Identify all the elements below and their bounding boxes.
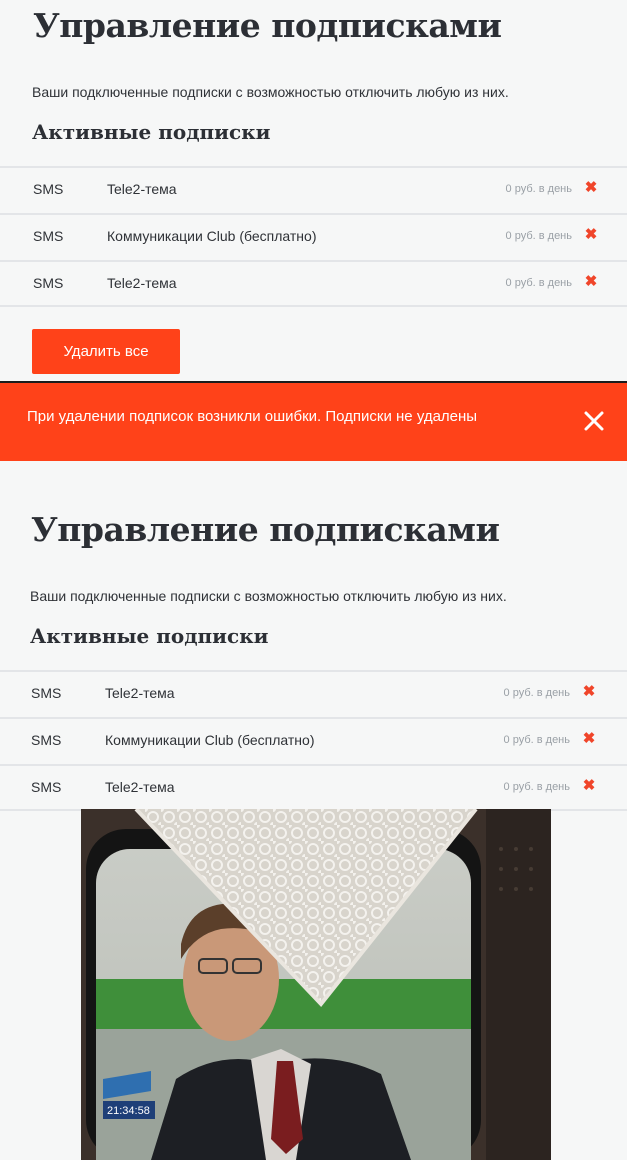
subscription-type: SMS (33, 181, 64, 197)
page-description: Ваши подключенные подписки с возможность… (32, 84, 509, 100)
subscription-price: 0 руб. в день (505, 183, 572, 195)
subscription-name: Tele2-тема (105, 779, 175, 795)
subscription-row: SMS Tele2-тема 0 руб. в день ✖ (0, 260, 627, 307)
subscription-name: Tele2-тема (107, 275, 177, 291)
delete-subscription-icon[interactable]: ✖ (581, 731, 597, 747)
subscription-type: SMS (33, 275, 64, 291)
subscription-row: SMS Коммуникации Club (бесплатно) 0 руб.… (0, 717, 627, 764)
subscription-name: Tele2-тема (107, 181, 177, 197)
subscription-row: SMS Tele2-тема 0 руб. в день ✖ (0, 764, 627, 811)
page-title: Управление подписками (31, 510, 500, 549)
close-icon[interactable] (581, 408, 607, 434)
delete-subscription-icon[interactable]: ✖ (581, 778, 597, 794)
page-description: Ваши подключенные подписки с возможность… (30, 588, 507, 604)
subscription-price: 0 руб. в день (503, 734, 570, 746)
delete-subscription-icon[interactable]: ✖ (581, 684, 597, 700)
subscription-price: 0 руб. в день (505, 277, 572, 289)
subscriptions-panel-top: Управление подписками Ваши подключенные … (0, 0, 627, 382)
tv-meme-image: 21:34:58 (81, 809, 551, 1160)
subscription-name: Tele2-тема (105, 685, 175, 701)
subscription-row: SMS Tele2-тема 0 руб. в день ✖ (0, 166, 627, 213)
delete-subscription-icon[interactable]: ✖ (583, 180, 599, 196)
section-title: Активные подписки (30, 624, 269, 648)
tv-time-overlay: 21:34:58 (107, 1105, 150, 1117)
subscription-list: SMS Tele2-тема 0 руб. в день ✖ SMS Комму… (0, 166, 627, 307)
subscription-type: SMS (31, 732, 62, 748)
subscription-type: SMS (31, 779, 62, 795)
subscription-type: SMS (31, 685, 62, 701)
subscription-price: 0 руб. в день (503, 687, 570, 699)
subscription-list: SMS Tele2-тема 0 руб. в день ✖ SMS Комму… (0, 670, 627, 811)
subscription-row: SMS Tele2-тема 0 руб. в день ✖ (0, 670, 627, 717)
subscription-name: Коммуникации Club (бесплатно) (105, 732, 315, 748)
error-message: При удалении подписок возникли ошибки. П… (27, 408, 478, 425)
section-title: Активные подписки (32, 120, 271, 144)
delete-all-button[interactable]: Удалить все (32, 329, 180, 374)
error-banner: При удалении подписок возникли ошибки. П… (0, 383, 627, 461)
page-title: Управление подписками (33, 6, 502, 45)
subscription-price: 0 руб. в день (505, 230, 572, 242)
delete-subscription-icon[interactable]: ✖ (583, 274, 599, 290)
subscription-price: 0 руб. в день (503, 781, 570, 793)
subscription-type: SMS (33, 228, 64, 244)
delete-subscription-icon[interactable]: ✖ (583, 227, 599, 243)
tv-meme-illustration: 21:34:58 (81, 809, 551, 1160)
subscription-row: SMS Коммуникации Club (бесплатно) 0 руб.… (0, 213, 627, 260)
subscription-name: Коммуникации Club (бесплатно) (107, 228, 317, 244)
